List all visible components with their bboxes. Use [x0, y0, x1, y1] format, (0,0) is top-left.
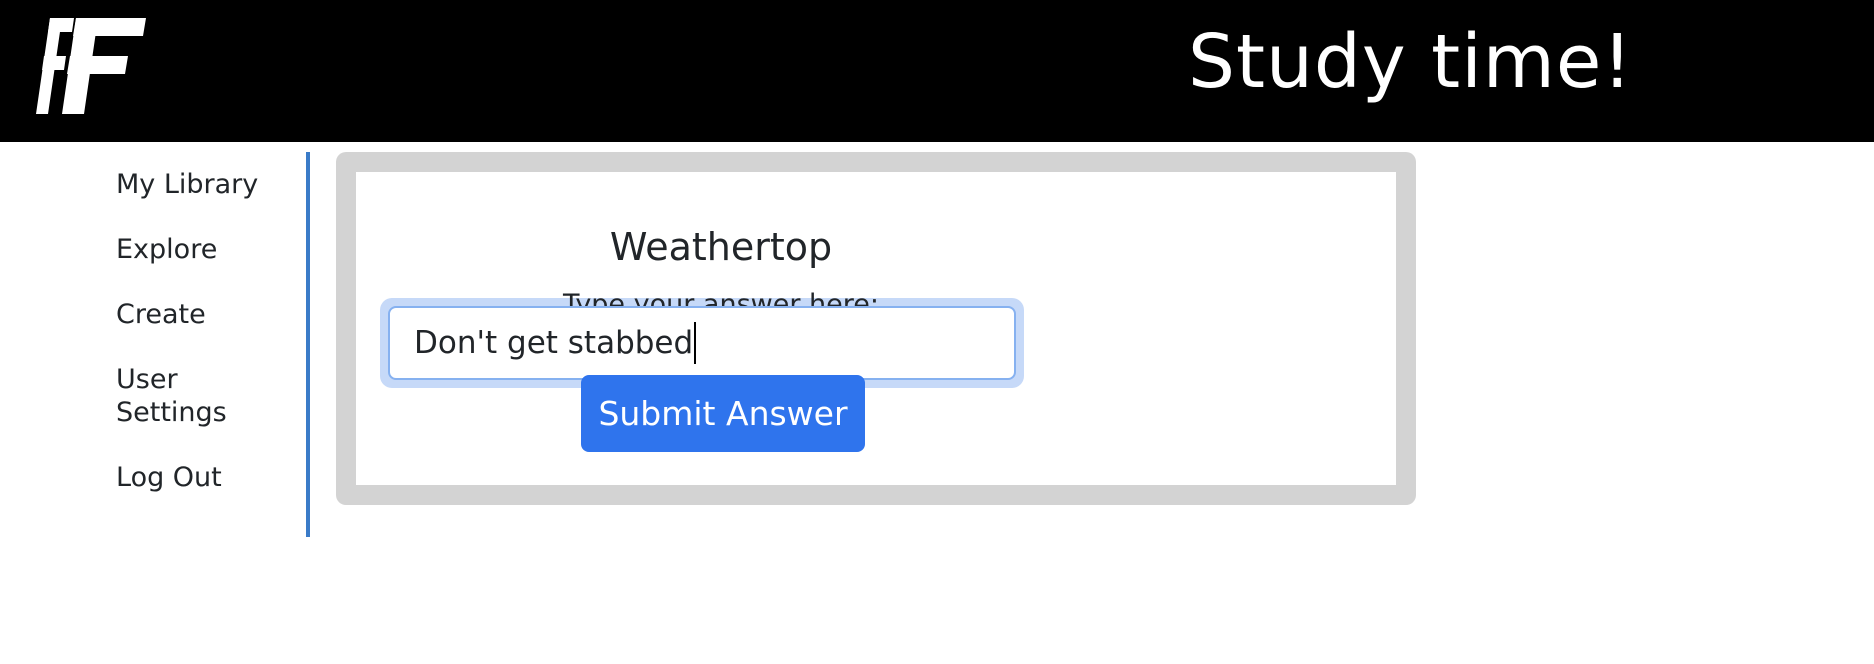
sidebar-item-create[interactable]: Create: [116, 298, 286, 331]
deck-title: Weathertop: [609, 225, 833, 269]
app-logo-icon[interactable]: [36, 18, 146, 114]
page-title: Study time!: [1188, 19, 1634, 105]
sidebar-item-user-settings[interactable]: User Settings: [116, 363, 286, 429]
sidebar-item-my-library[interactable]: My Library: [116, 168, 286, 201]
sidebar-item-log-out[interactable]: Log Out: [116, 461, 286, 494]
answer-input[interactable]: [388, 306, 1016, 380]
app-header: Study time!: [0, 0, 1874, 142]
study-card: Weathertop Type your answer here: Submit…: [356, 172, 1396, 485]
text-caret: [694, 322, 697, 364]
study-card-frame: Weathertop Type your answer here: Submit…: [336, 152, 1416, 505]
sidebar-item-explore[interactable]: Explore: [116, 233, 286, 266]
sidebar-nav: My Library Explore Create User Settings …: [0, 152, 310, 537]
submit-answer-button[interactable]: Submit Answer: [581, 375, 865, 452]
